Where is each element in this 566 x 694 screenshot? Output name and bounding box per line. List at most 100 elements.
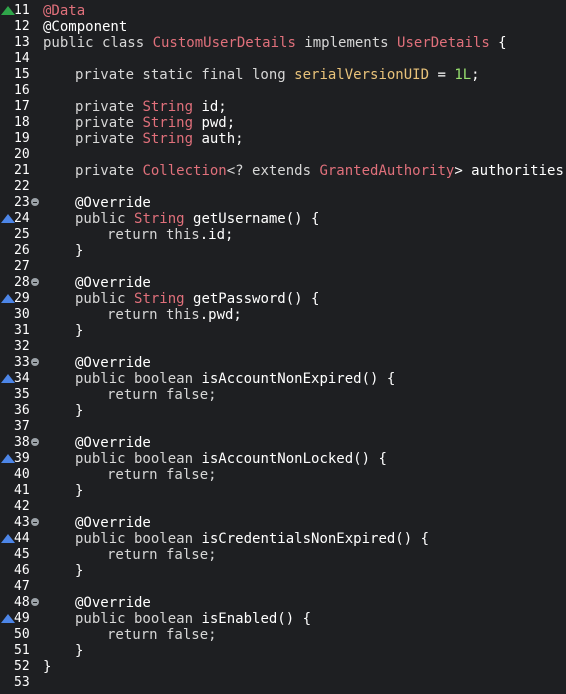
- code-line[interactable]: 24 public String getUsername() {: [0, 211, 566, 227]
- code-line[interactable]: 49 public boolean isEnabled() {: [0, 611, 566, 627]
- override-marker-icon[interactable]: [1, 374, 15, 383]
- code-line[interactable]: 51}: [0, 643, 566, 659]
- code-line[interactable]: 28 @Override: [0, 275, 566, 291]
- override-marker-icon[interactable]: [1, 454, 15, 463]
- line-gutter: 30: [0, 307, 40, 323]
- line-number: 26: [14, 243, 30, 258]
- code-line[interactable]: 20: [0, 147, 566, 163]
- code-line[interactable]: 23 @Override: [0, 195, 566, 211]
- code-editor[interactable]: 11 @Data 12 @Component 13 public class Custom…: [0, 0, 566, 694]
- code-token: String: [134, 211, 185, 227]
- line-number: 22: [14, 179, 30, 194]
- fold-collapse-icon[interactable]: [31, 278, 39, 286]
- code-line[interactable]: 37: [0, 419, 566, 435]
- line-gutter: 18: [0, 115, 40, 131]
- code-line[interactable]: 33 @Override: [0, 355, 566, 371]
- code-text: return this.pwd;: [107, 307, 242, 323]
- class-marker-icon[interactable]: [1, 6, 15, 15]
- code-line[interactable]: 38 @Override: [0, 435, 566, 451]
- code-line[interactable]: 29 public String getPassword() {: [0, 291, 566, 307]
- code-line[interactable]: 27: [0, 259, 566, 275]
- code-line[interactable]: 35 return false;: [0, 387, 566, 403]
- code-line[interactable]: 52}: [0, 659, 566, 675]
- code-line[interactable]: 25 return this.id;: [0, 227, 566, 243]
- code-line[interactable]: 53: [0, 675, 566, 691]
- code-text: @Override: [75, 355, 151, 371]
- code-token: private: [75, 131, 143, 147]
- code-line[interactable]: 19 private String auth;: [0, 131, 566, 147]
- code-token: {: [489, 35, 507, 51]
- code-line[interactable]: 46}: [0, 563, 566, 579]
- line-gutter: 50: [0, 627, 40, 643]
- code-token: public: [75, 291, 135, 307]
- code-line[interactable]: 36}: [0, 403, 566, 419]
- code-line[interactable]: 21 private Collection<? extends GrantedAu…: [0, 163, 566, 179]
- line-gutter: 27: [0, 259, 40, 275]
- fold-collapse-icon[interactable]: [31, 198, 39, 206]
- code-token: .pwd;: [199, 307, 242, 323]
- code-token: @Override: [75, 515, 151, 531]
- line-number: 23: [14, 195, 30, 210]
- code-token: > authorities;: [454, 163, 566, 179]
- code-line[interactable]: 22: [0, 179, 566, 195]
- code-text: }: [75, 643, 83, 659]
- code-text: private String auth;: [75, 131, 244, 147]
- code-line[interactable]: 31}: [0, 323, 566, 339]
- code-token: public class: [43, 35, 153, 51]
- code-token: =: [429, 67, 455, 83]
- code-line[interactable]: 26}: [0, 243, 566, 259]
- code-token: getUsername() {: [184, 211, 320, 227]
- code-text: @Override: [75, 275, 151, 291]
- code-text: private String pwd;: [75, 115, 235, 131]
- code-line[interactable]: 42: [0, 499, 566, 515]
- override-marker-icon[interactable]: [1, 534, 15, 543]
- code-token: isCredentialsNonExpired() {: [201, 531, 430, 547]
- code-token: return false;: [107, 547, 217, 563]
- code-line[interactable]: 30 return this.pwd;: [0, 307, 566, 323]
- line-number: 14: [14, 51, 30, 66]
- line-gutter: 19: [0, 131, 40, 147]
- fold-collapse-icon[interactable]: [31, 598, 39, 606]
- code-line[interactable]: 13 public class CustomUserDetails impleme…: [0, 35, 566, 51]
- code-line[interactable]: 18 private String pwd;: [0, 115, 566, 131]
- line-gutter: 49: [0, 611, 40, 627]
- fold-collapse-icon[interactable]: [31, 358, 39, 366]
- code-token: serialVersionUID: [294, 67, 430, 83]
- code-token: Collection: [142, 163, 227, 179]
- code-line[interactable]: 44 public boolean isCredentialsNonExpired…: [0, 531, 566, 547]
- line-number: 42: [14, 499, 30, 514]
- code-line[interactable]: 11 @Data: [0, 3, 566, 19]
- code-token: private: [75, 115, 143, 131]
- code-line[interactable]: 50 return false;: [0, 627, 566, 643]
- override-marker-icon[interactable]: [1, 294, 15, 303]
- code-line[interactable]: 48 @Override: [0, 595, 566, 611]
- code-token: @Component: [43, 19, 128, 35]
- code-line[interactable]: 12 @Component: [0, 19, 566, 35]
- code-line[interactable]: 16: [0, 83, 566, 99]
- code-line[interactable]: 39 public boolean isAccountNonLocked() {: [0, 451, 566, 467]
- code-token: @Override: [75, 595, 151, 611]
- code-line[interactable]: 45 return false;: [0, 547, 566, 563]
- code-line[interactable]: 34 public boolean isAccountNonExpired() {: [0, 371, 566, 387]
- line-number: 11: [14, 3, 30, 18]
- code-line[interactable]: 32: [0, 339, 566, 355]
- code-token: GrantedAuthority: [319, 163, 455, 179]
- code-token: private static final long: [75, 67, 295, 83]
- fold-collapse-icon[interactable]: [31, 438, 39, 446]
- code-text: private String id;: [75, 99, 227, 115]
- code-token: return this: [107, 307, 200, 323]
- code-line[interactable]: 17 private String id;: [0, 99, 566, 115]
- override-marker-icon[interactable]: [1, 614, 15, 623]
- code-line[interactable]: 41}: [0, 483, 566, 499]
- code-token: <? extends: [226, 163, 320, 179]
- line-number: 51: [14, 643, 30, 658]
- code-line[interactable]: 43 @Override: [0, 515, 566, 531]
- fold-collapse-icon[interactable]: [31, 518, 39, 526]
- code-line[interactable]: 47: [0, 579, 566, 595]
- code-line[interactable]: 40 return false;: [0, 467, 566, 483]
- override-marker-icon[interactable]: [1, 214, 15, 223]
- line-gutter: 37: [0, 419, 40, 435]
- code-line[interactable]: 14: [0, 51, 566, 67]
- code-line[interactable]: 15 private static final long serialVersio…: [0, 67, 566, 83]
- code-token: UserDetails: [397, 35, 490, 51]
